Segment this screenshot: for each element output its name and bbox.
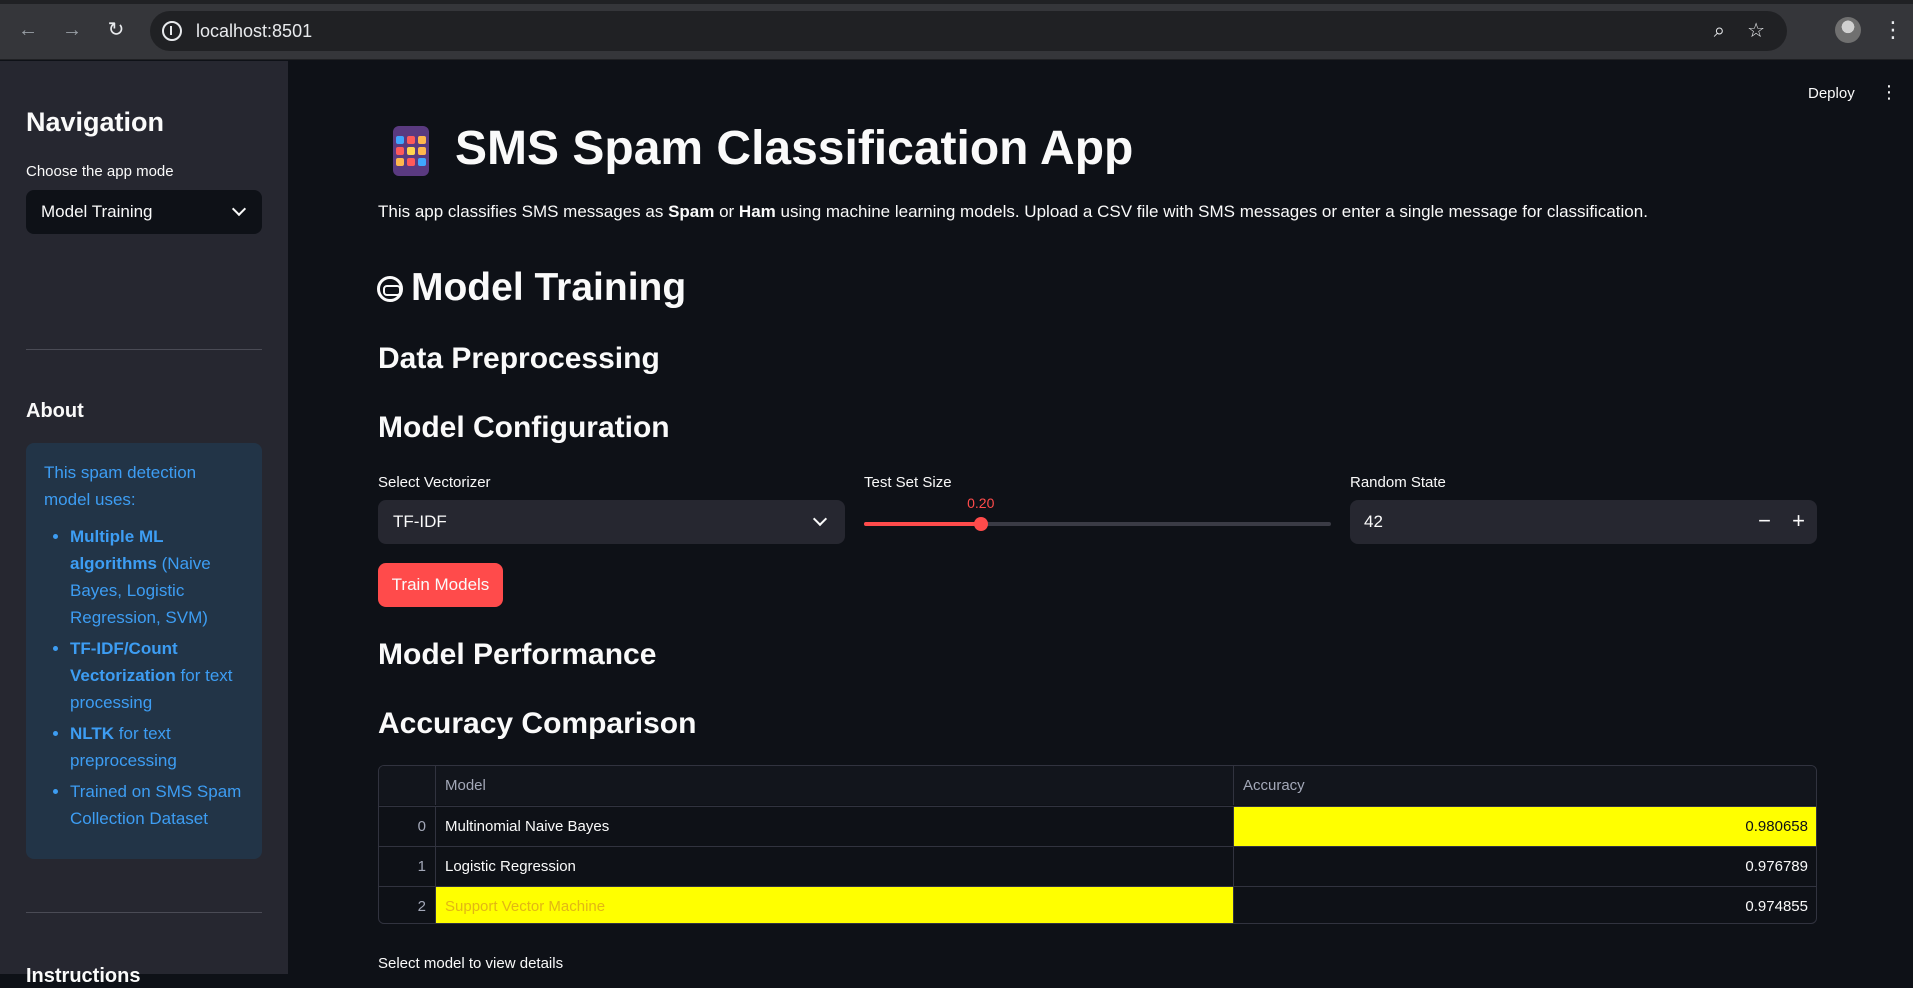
list-item: NLTK for text preprocessing	[70, 720, 246, 774]
robot-icon	[377, 276, 403, 302]
random-state-input[interactable]: 42 − +	[1350, 500, 1817, 544]
data-preprocessing-heading: Data Preprocessing	[378, 342, 660, 375]
decrement-button[interactable]: −	[1758, 508, 1771, 534]
page-title: SMS Spam Classification App	[455, 122, 1134, 175]
row-index: 1	[379, 847, 436, 886]
chevron-down-icon	[231, 201, 247, 217]
random-state-label: Random State	[1350, 474, 1446, 491]
slider-fill	[864, 522, 981, 526]
model-configuration-heading: Model Configuration	[378, 411, 670, 444]
sidebar-divider	[26, 349, 262, 350]
list-item: Trained on SMS Spam Collection Dataset	[70, 778, 246, 832]
model-performance-heading: Model Performance	[378, 638, 657, 671]
address-bar[interactable]: localhost:8501 ⌕ ☆	[150, 11, 1787, 51]
accuracy-cell[interactable]: 0.974855	[1234, 887, 1816, 923]
profile-avatar[interactable]	[1835, 17, 1861, 43]
column-header-model[interactable]: Model	[436, 766, 1234, 805]
section-title: Model Training	[411, 266, 687, 309]
vectorizer-select[interactable]: TF-IDF	[378, 500, 845, 544]
accuracy-table[interactable]: Model Accuracy 0 Multinomial Naive Bayes…	[378, 765, 1817, 924]
random-state-value[interactable]: 42	[1364, 512, 1383, 532]
site-info-icon[interactable]	[162, 21, 182, 41]
forward-arrow-icon[interactable]: →	[60, 18, 84, 42]
accuracy-comparison-heading: Accuracy Comparison	[378, 707, 697, 740]
test-size-slider[interactable]	[864, 517, 1331, 531]
table-row[interactable]: 2 Support Vector Machine 0.974855	[379, 886, 1816, 923]
model-cell[interactable]: Logistic Regression	[436, 847, 1234, 886]
about-intro: This spam detection model uses:	[44, 463, 197, 509]
test-size-label: Test Set Size	[864, 474, 952, 491]
bookmark-star-icon[interactable]: ☆	[1747, 21, 1765, 41]
app-mode-value: Model Training	[41, 202, 153, 221]
row-index: 2	[379, 887, 436, 923]
tab-strip	[0, 0, 1913, 4]
mobile-phone-icon	[393, 126, 429, 176]
slider-thumb[interactable]	[973, 517, 988, 531]
back-arrow-icon[interactable]: ←	[16, 18, 40, 42]
app-mode-label: Choose the app mode	[26, 163, 174, 180]
accuracy-cell[interactable]: 0.980658	[1234, 807, 1816, 846]
table-row[interactable]: 1 Logistic Regression 0.976789	[379, 846, 1816, 886]
table-header-row: Model Accuracy	[379, 766, 1816, 806]
browser-menu-icon[interactable]: ⋮	[1882, 15, 1904, 45]
model-cell[interactable]: Support Vector Machine	[436, 887, 1234, 923]
about-info-box: This spam detection model uses: Multiple…	[26, 443, 262, 859]
select-model-label: Select model to view details	[378, 955, 564, 972]
increment-button[interactable]: +	[1792, 508, 1805, 534]
vectorizer-label: Select Vectorizer	[378, 474, 491, 491]
chevron-down-icon	[812, 511, 828, 527]
deploy-button[interactable]: Deploy	[1808, 85, 1855, 102]
sidebar-title: Navigation	[26, 107, 165, 137]
index-header	[379, 766, 436, 805]
about-list: Multiple ML algorithms (Naive Bayes, Log…	[44, 523, 246, 832]
sidebar-divider	[26, 912, 262, 913]
list-item: Multiple ML algorithms (Naive Bayes, Log…	[70, 523, 246, 631]
vectorizer-value: TF-IDF	[393, 512, 447, 531]
model-cell[interactable]: Multinomial Naive Bayes	[436, 807, 1234, 846]
zoom-icon[interactable]: ⌕	[1714, 21, 1725, 41]
about-heading: About	[26, 400, 84, 422]
main-menu-icon[interactable]: ⋮	[1880, 82, 1898, 103]
browser-toolbar: ← → ↻ localhost:8501 ⌕ ☆ ⋮	[0, 0, 1913, 60]
row-index: 0	[379, 807, 436, 846]
app-mode-select[interactable]: Model Training	[26, 190, 262, 234]
table-row[interactable]: 0 Multinomial Naive Bayes 0.980658	[379, 806, 1816, 846]
train-models-button[interactable]: Train Models	[378, 563, 503, 607]
app-description: This app classifies SMS messages as Spam…	[378, 202, 1648, 221]
instructions-heading: Instructions	[26, 965, 141, 987]
test-size-value: 0.20	[967, 495, 995, 511]
reload-icon[interactable]: ↻	[104, 18, 128, 42]
list-item: TF-IDF/Count Vectorization for text proc…	[70, 635, 246, 716]
accuracy-cell[interactable]: 0.976789	[1234, 847, 1816, 886]
column-header-accuracy[interactable]: Accuracy	[1234, 766, 1816, 805]
url-text[interactable]: localhost:8501	[196, 21, 312, 42]
